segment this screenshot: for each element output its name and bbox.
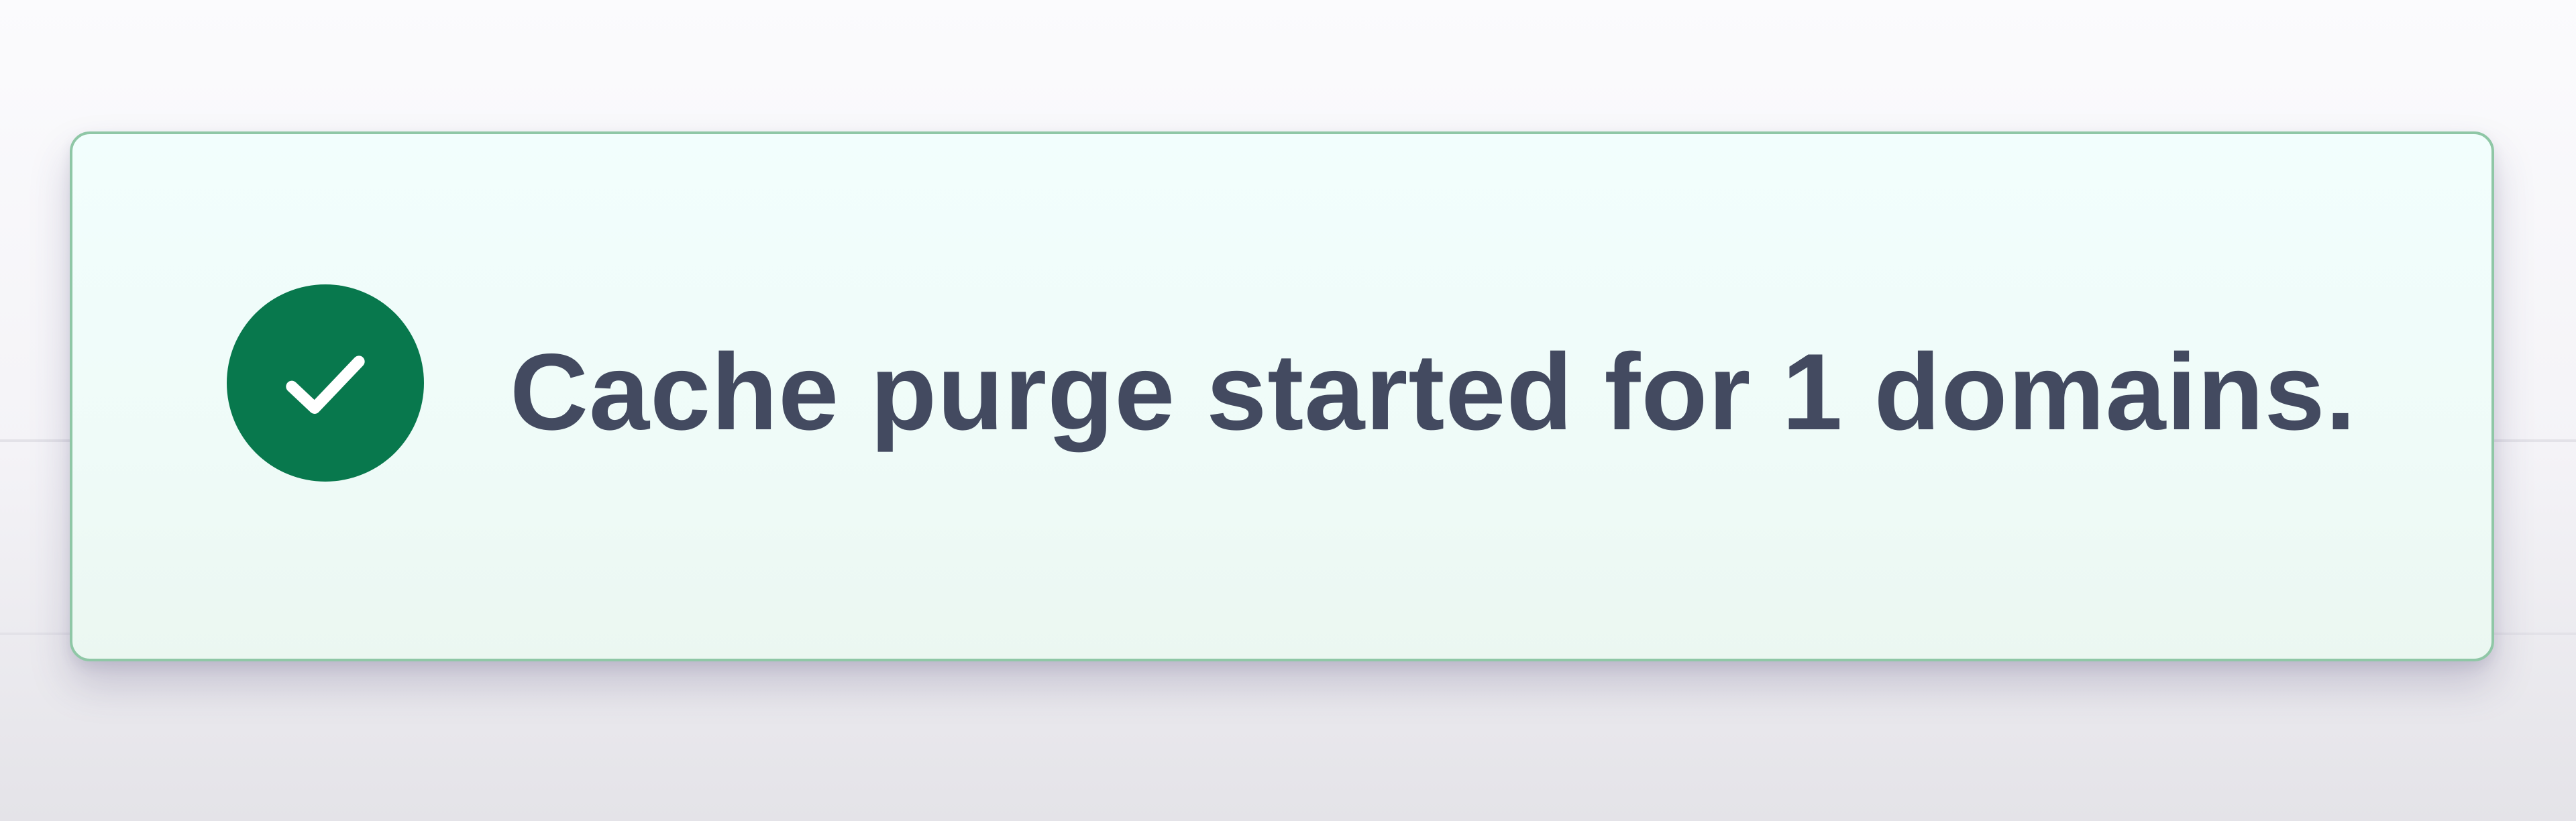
- success-toast: Cache purge started for 1 domains.: [70, 131, 2494, 661]
- check-circle-icon: [227, 284, 424, 482]
- toast-message: Cache purge started for 1 domains.: [510, 331, 2357, 453]
